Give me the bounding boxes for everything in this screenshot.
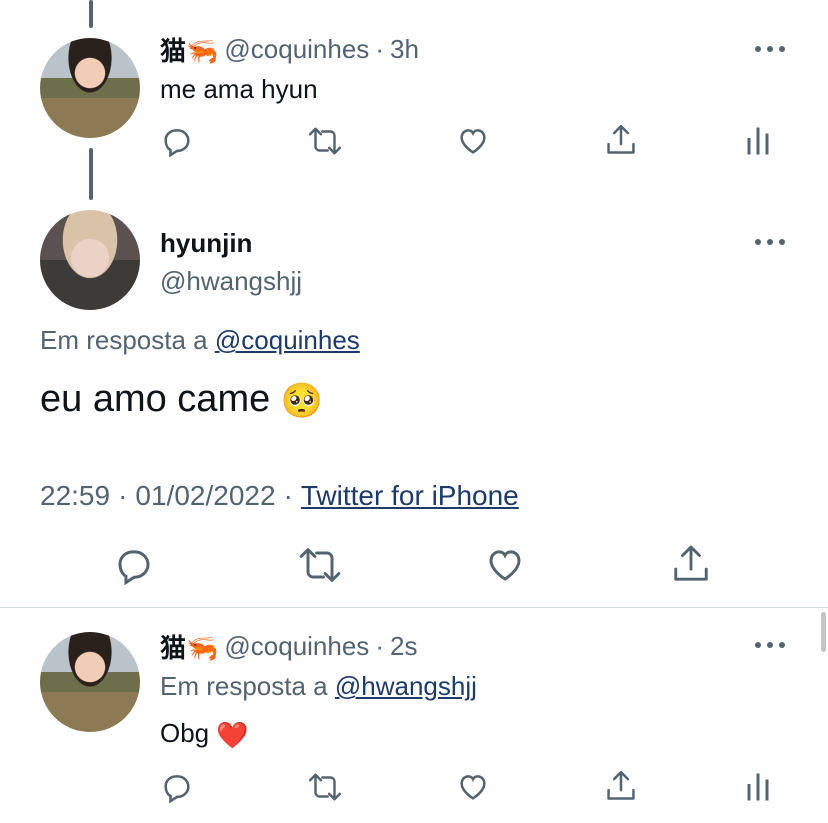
retweet-icon[interactable] bbox=[296, 544, 344, 586]
reply-icon[interactable] bbox=[160, 770, 194, 804]
tweet-text: eu amo came 🥺 bbox=[40, 378, 323, 421]
thread-line-top bbox=[89, 0, 93, 28]
display-name[interactable]: 猫🦐 bbox=[160, 31, 218, 68]
reply-context: Em resposta a @coquinhes bbox=[40, 325, 360, 356]
analytics-icon[interactable] bbox=[746, 126, 770, 156]
more-icon[interactable] bbox=[755, 238, 785, 246]
display-name[interactable]: hyunjin bbox=[160, 228, 252, 259]
tweet-text: Obg ❤️ bbox=[160, 718, 249, 751]
source-link[interactable]: Twitter for iPhone bbox=[301, 480, 519, 512]
username[interactable]: @coquinhes bbox=[224, 34, 369, 65]
reply-context: Em resposta a @hwangshjj bbox=[160, 671, 477, 702]
share-icon[interactable] bbox=[670, 542, 712, 586]
like-icon[interactable] bbox=[456, 770, 490, 804]
separator: · bbox=[118, 480, 128, 511]
avatar[interactable] bbox=[40, 38, 140, 138]
tweet-header: 猫🦐 @coquinhes · 2s bbox=[160, 628, 417, 665]
scrollbar[interactable] bbox=[821, 612, 826, 652]
reply-icon[interactable] bbox=[113, 544, 155, 586]
tweet-text: me ama hyun bbox=[160, 74, 318, 104]
share-icon[interactable] bbox=[604, 122, 638, 158]
share-icon[interactable] bbox=[604, 768, 638, 804]
avatar[interactable] bbox=[40, 210, 140, 310]
analytics-icon[interactable] bbox=[746, 772, 770, 802]
avatar[interactable] bbox=[40, 632, 140, 732]
tweet-date[interactable]: 01/02/2022 bbox=[135, 480, 275, 512]
red-heart-emoji: ❤️ bbox=[216, 719, 249, 750]
timestamp[interactable]: 2s bbox=[390, 631, 417, 662]
tweet-text-body: Obg bbox=[160, 718, 210, 748]
separator: · bbox=[283, 480, 293, 511]
divider bbox=[0, 607, 828, 608]
pleading-face-emoji: 🥺 bbox=[280, 381, 324, 420]
thread-line-middle bbox=[89, 148, 93, 200]
display-name[interactable]: 猫🦐 bbox=[160, 628, 218, 665]
timestamp[interactable]: 3h bbox=[390, 34, 419, 65]
separator: · bbox=[375, 33, 384, 64]
more-icon[interactable] bbox=[755, 641, 785, 649]
tweet-time[interactable]: 22:59 bbox=[40, 480, 110, 512]
like-icon[interactable] bbox=[456, 124, 490, 158]
reply-prefix: Em resposta a bbox=[160, 671, 328, 701]
like-icon[interactable] bbox=[484, 544, 526, 586]
more-icon[interactable] bbox=[755, 45, 785, 53]
retweet-icon[interactable] bbox=[306, 124, 344, 158]
retweet-icon[interactable] bbox=[306, 770, 344, 804]
tweet-header: 猫🦐 @coquinhes · 3h bbox=[160, 31, 419, 68]
separator: · bbox=[375, 630, 384, 661]
reply-mention-link[interactable]: @coquinhes bbox=[215, 325, 360, 355]
reply-prefix: Em resposta a bbox=[40, 325, 208, 355]
tweet-text-body: eu amo came bbox=[40, 378, 271, 420]
tweet-meta: 22:59 · 01/02/2022 · Twitter for iPhone bbox=[40, 480, 519, 512]
username[interactable]: @hwangshjj bbox=[160, 266, 302, 297]
reply-icon[interactable] bbox=[160, 124, 194, 158]
username[interactable]: @coquinhes bbox=[224, 631, 369, 662]
reply-mention-link[interactable]: @hwangshjj bbox=[335, 671, 477, 701]
